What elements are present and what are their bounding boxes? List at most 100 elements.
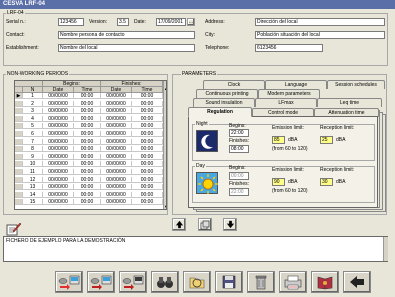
- begin-date-cell[interactable]: 00/00/00: [43, 131, 74, 137]
- row-number-cell[interactable]: 11: [23, 169, 43, 175]
- begin-date-cell[interactable]: 00/00/00: [43, 146, 74, 153]
- end-date-cell[interactable]: 00/00/00: [101, 131, 132, 137]
- table-row[interactable]: 4 00/00/00 00:00 00/00/00 00:00: [15, 115, 163, 122]
- nonworking-table[interactable]: Begins: Finishes: N Date Time Date Time …: [14, 80, 167, 210]
- row-selector[interactable]: [15, 131, 23, 137]
- row-number-cell[interactable]: 10: [23, 161, 43, 168]
- end-date-cell[interactable]: 00/00/00: [101, 115, 132, 122]
- address-field[interactable]: Dirección del local: [255, 18, 385, 26]
- begin-date-cell[interactable]: 00/00/00: [43, 115, 74, 122]
- tab-regulation[interactable]: Regulation: [188, 107, 252, 117]
- end-date-cell[interactable]: 00/00/00: [101, 191, 132, 198]
- row-selector[interactable]: [15, 100, 23, 107]
- tab-modem-parameters[interactable]: Modem parameters: [258, 89, 320, 98]
- date-field[interactable]: 17/09/2001: [156, 18, 186, 26]
- row-number-cell[interactable]: 3: [23, 108, 43, 115]
- row-selector[interactable]: [15, 146, 23, 153]
- table-row[interactable]: 12 00/00/00 00:00 00/00/00 00:00: [15, 176, 163, 183]
- tab-session-schedules[interactable]: Session schedules: [327, 80, 385, 89]
- begin-time-cell[interactable]: 00:00: [74, 161, 101, 168]
- row-number-cell[interactable]: 9: [23, 153, 43, 160]
- tab-clock[interactable]: Clock: [203, 80, 265, 89]
- row-selector[interactable]: [15, 176, 23, 183]
- table-row[interactable]: 11 00/00/00 00:00 00/00/00 00:00: [15, 169, 163, 175]
- end-date-cell[interactable]: 00/00/00: [101, 146, 132, 153]
- row-selector[interactable]: [15, 199, 23, 206]
- begin-time-cell[interactable]: 00:00: [74, 184, 101, 191]
- begin-time-cell[interactable]: 00:00: [74, 138, 101, 145]
- exit-button[interactable]: [343, 271, 371, 293]
- table-row[interactable]: ▶ 1 00/00/00 00:00 00/00/00 00:00: [15, 93, 163, 99]
- table-row[interactable]: 14 00/00/00 00:00 00/00/00 00:00: [15, 191, 163, 198]
- scroll-up-arrow-icon[interactable]: ▲: [164, 87, 166, 91]
- table-scrollbar[interactable]: ▲ ▼: [163, 81, 166, 209]
- day-emission-field[interactable]: 90: [272, 178, 285, 186]
- notes-textarea[interactable]: FICHERO DE EJEMPLO PARA LA DEMOSTRACIÓN: [3, 236, 388, 262]
- transfer-from-device-button[interactable]: [55, 271, 83, 293]
- table-row[interactable]: 10 00/00/00 00:00 00/00/00 00:00: [15, 161, 163, 168]
- move-down-button[interactable]: [223, 218, 237, 231]
- begin-time-cell[interactable]: 00:00: [74, 153, 101, 160]
- end-date-cell[interactable]: 00/00/00: [101, 176, 132, 183]
- begin-time-cell[interactable]: 00:00: [74, 199, 101, 206]
- row-selector[interactable]: [15, 123, 23, 130]
- begin-time-cell[interactable]: 00:00: [74, 131, 101, 137]
- row-number-cell[interactable]: 2: [23, 100, 43, 107]
- row-number-cell[interactable]: 4: [23, 115, 43, 122]
- row-selector[interactable]: [15, 161, 23, 168]
- table-row[interactable]: 2 00/00/00 00:00 00/00/00 00:00: [15, 100, 163, 107]
- begin-date-cell[interactable]: 00/00/00: [43, 100, 74, 107]
- end-time-cell[interactable]: 00:00: [132, 153, 163, 160]
- transfer-to-device-button[interactable]: [87, 271, 115, 293]
- end-date-cell[interactable]: 00/00/00: [101, 100, 132, 107]
- copy-button[interactable]: [198, 218, 212, 231]
- table-row[interactable]: 5 00/00/00 00:00 00/00/00 00:00: [15, 123, 163, 130]
- row-selector[interactable]: [15, 153, 23, 160]
- end-time-cell[interactable]: 00:00: [132, 131, 163, 137]
- end-time-cell[interactable]: 00:00: [132, 123, 163, 130]
- begin-date-cell[interactable]: 00/00/00: [43, 191, 74, 198]
- end-time-cell[interactable]: 00:00: [132, 100, 163, 107]
- end-time-cell[interactable]: 00:00: [132, 93, 163, 99]
- move-up-button[interactable]: [172, 218, 186, 231]
- begin-time-cell[interactable]: 00:00: [74, 176, 101, 183]
- city-field[interactable]: Población situación del local: [255, 31, 385, 39]
- end-time-cell[interactable]: 00:00: [132, 176, 163, 183]
- end-time-cell[interactable]: 00:00: [132, 115, 163, 122]
- table-row[interactable]: 3 00/00/00 00:00 00/00/00 00:00: [15, 108, 163, 115]
- night-reception-field[interactable]: 25: [320, 136, 333, 144]
- search-button[interactable]: [151, 271, 179, 293]
- night-begins-field[interactable]: 22:00: [229, 129, 249, 137]
- serial-field[interactable]: 123456: [58, 18, 84, 26]
- table-row[interactable]: 8 00/00/00 00:00 00/00/00 00:00: [15, 146, 163, 153]
- begin-time-cell[interactable]: 00:00: [74, 108, 101, 115]
- night-emission-field[interactable]: 85: [272, 136, 285, 144]
- row-selector[interactable]: ▶: [15, 93, 23, 99]
- end-date-cell[interactable]: 00/00/00: [101, 138, 132, 145]
- end-date-cell[interactable]: 00/00/00: [101, 108, 132, 115]
- date-picker-button[interactable]: ...: [187, 18, 195, 26]
- transfer-data-button[interactable]: [119, 271, 147, 293]
- row-number-cell[interactable]: 13: [23, 184, 43, 191]
- row-number-cell[interactable]: 5: [23, 123, 43, 130]
- end-time-cell[interactable]: 00:00: [132, 161, 163, 168]
- row-number-cell[interactable]: 15: [23, 199, 43, 206]
- tab-continuous-printing[interactable]: Continuous printing: [196, 89, 258, 98]
- end-date-cell[interactable]: 00/00/00: [101, 93, 132, 99]
- table-row[interactable]: 6 00/00/00 00:00 00/00/00 00:00: [15, 131, 163, 137]
- begin-date-cell[interactable]: 00/00/00: [43, 169, 74, 175]
- row-number-cell[interactable]: 7: [23, 138, 43, 145]
- notes-scrollbar[interactable]: [383, 237, 388, 261]
- tab-sound-insulation[interactable]: Sound insulation: [193, 98, 255, 107]
- row-selector[interactable]: [15, 108, 23, 115]
- end-date-cell[interactable]: 00/00/00: [101, 123, 132, 130]
- row-selector[interactable]: [15, 138, 23, 145]
- begin-date-cell[interactable]: 00/00/00: [43, 153, 74, 160]
- help-button[interactable]: [311, 271, 339, 293]
- end-date-cell[interactable]: 00/00/00: [101, 199, 132, 206]
- end-time-cell[interactable]: 00:00: [132, 108, 163, 115]
- end-date-cell[interactable]: 00/00/00: [101, 169, 132, 175]
- save-button[interactable]: [215, 271, 243, 293]
- table-row[interactable]: 9 00/00/00 00:00 00/00/00 00:00: [15, 153, 163, 160]
- tab-language[interactable]: Language: [265, 80, 327, 89]
